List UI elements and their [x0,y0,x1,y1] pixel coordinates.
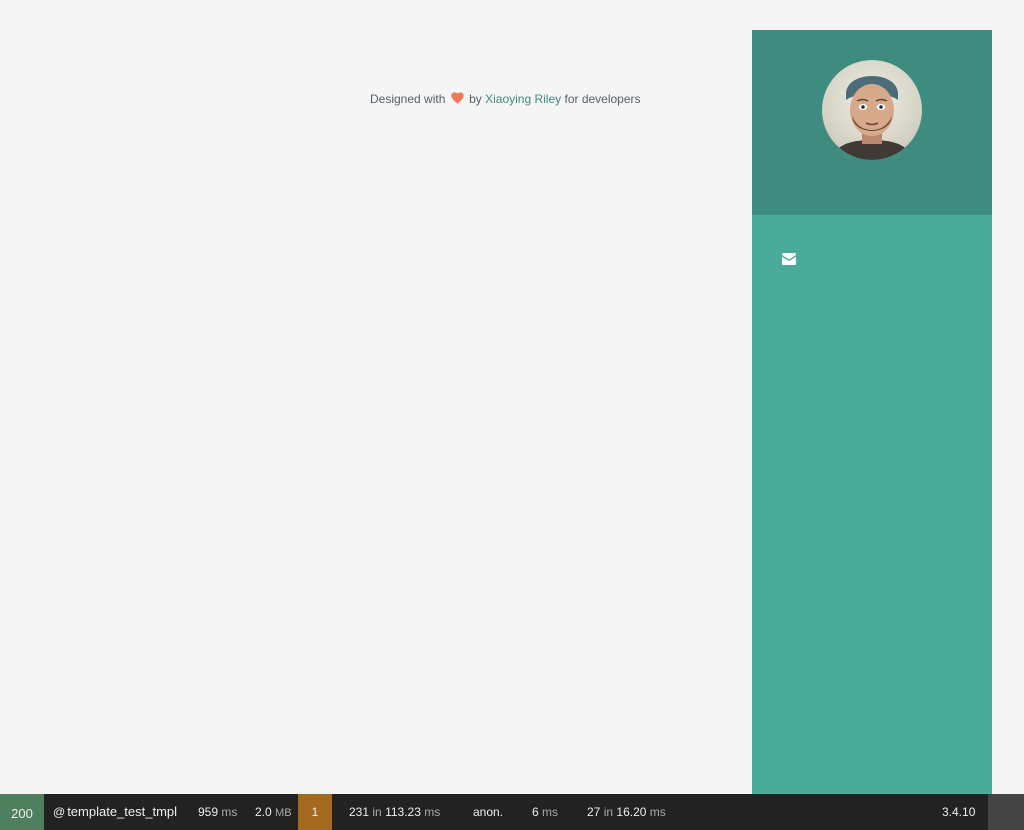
heart-icon [450,92,464,107]
credit-by: by [469,92,482,106]
route-item[interactable]: @ template_test_tmpl [53,794,177,830]
toolbar-toggle[interactable] [988,794,1024,830]
envelope-icon[interactable] [782,252,796,265]
memory-unit: MB [275,807,292,819]
twig-unit: ms [424,805,441,819]
route-at: @ [53,805,66,819]
memory-item[interactable]: 2.0 MB [255,794,292,830]
status-code-badge[interactable]: 200 [0,794,44,830]
credit-prefix: Designed with [370,92,446,106]
query-time: 16.20 [616,805,647,819]
query-count: 27 [587,805,601,819]
time-unit: ms [221,805,238,819]
queries-item[interactable]: 27 in 16.20 ms [587,794,666,830]
time-value: 959 [198,805,219,819]
db-unit: ms [542,805,559,819]
twig-calls: 231 [349,805,370,819]
profile-container [752,30,992,215]
twig-time: 113.23 [385,805,421,819]
query-unit: ms [649,805,666,819]
db-time: 6 [532,805,539,819]
author-link[interactable]: Xiaoying Riley [485,92,561,106]
credit-suffix: for developers [564,92,641,106]
twig-item[interactable]: 231 in 113.23 ms [349,794,440,830]
route-name: template_test_tmpl [67,804,178,819]
memory-value: 2.0 [255,805,272,819]
warnings-badge[interactable]: 1 [298,794,332,830]
user-item[interactable]: anon. [473,794,503,830]
debug-toolbar: 200 @ template_test_tmpl 959 ms 2.0 MB 1 … [0,794,1024,830]
time-item[interactable]: 959 ms [198,794,237,830]
avatar [822,60,922,160]
version-item[interactable]: 3.4.10 [942,794,975,830]
query-in: in [603,805,614,819]
footer-credit: Designed with by Xiaoying Riley for deve… [370,92,641,107]
db-item[interactable]: 6 ms [532,794,558,830]
sidebar [752,30,992,794]
twig-in: in [372,805,382,819]
